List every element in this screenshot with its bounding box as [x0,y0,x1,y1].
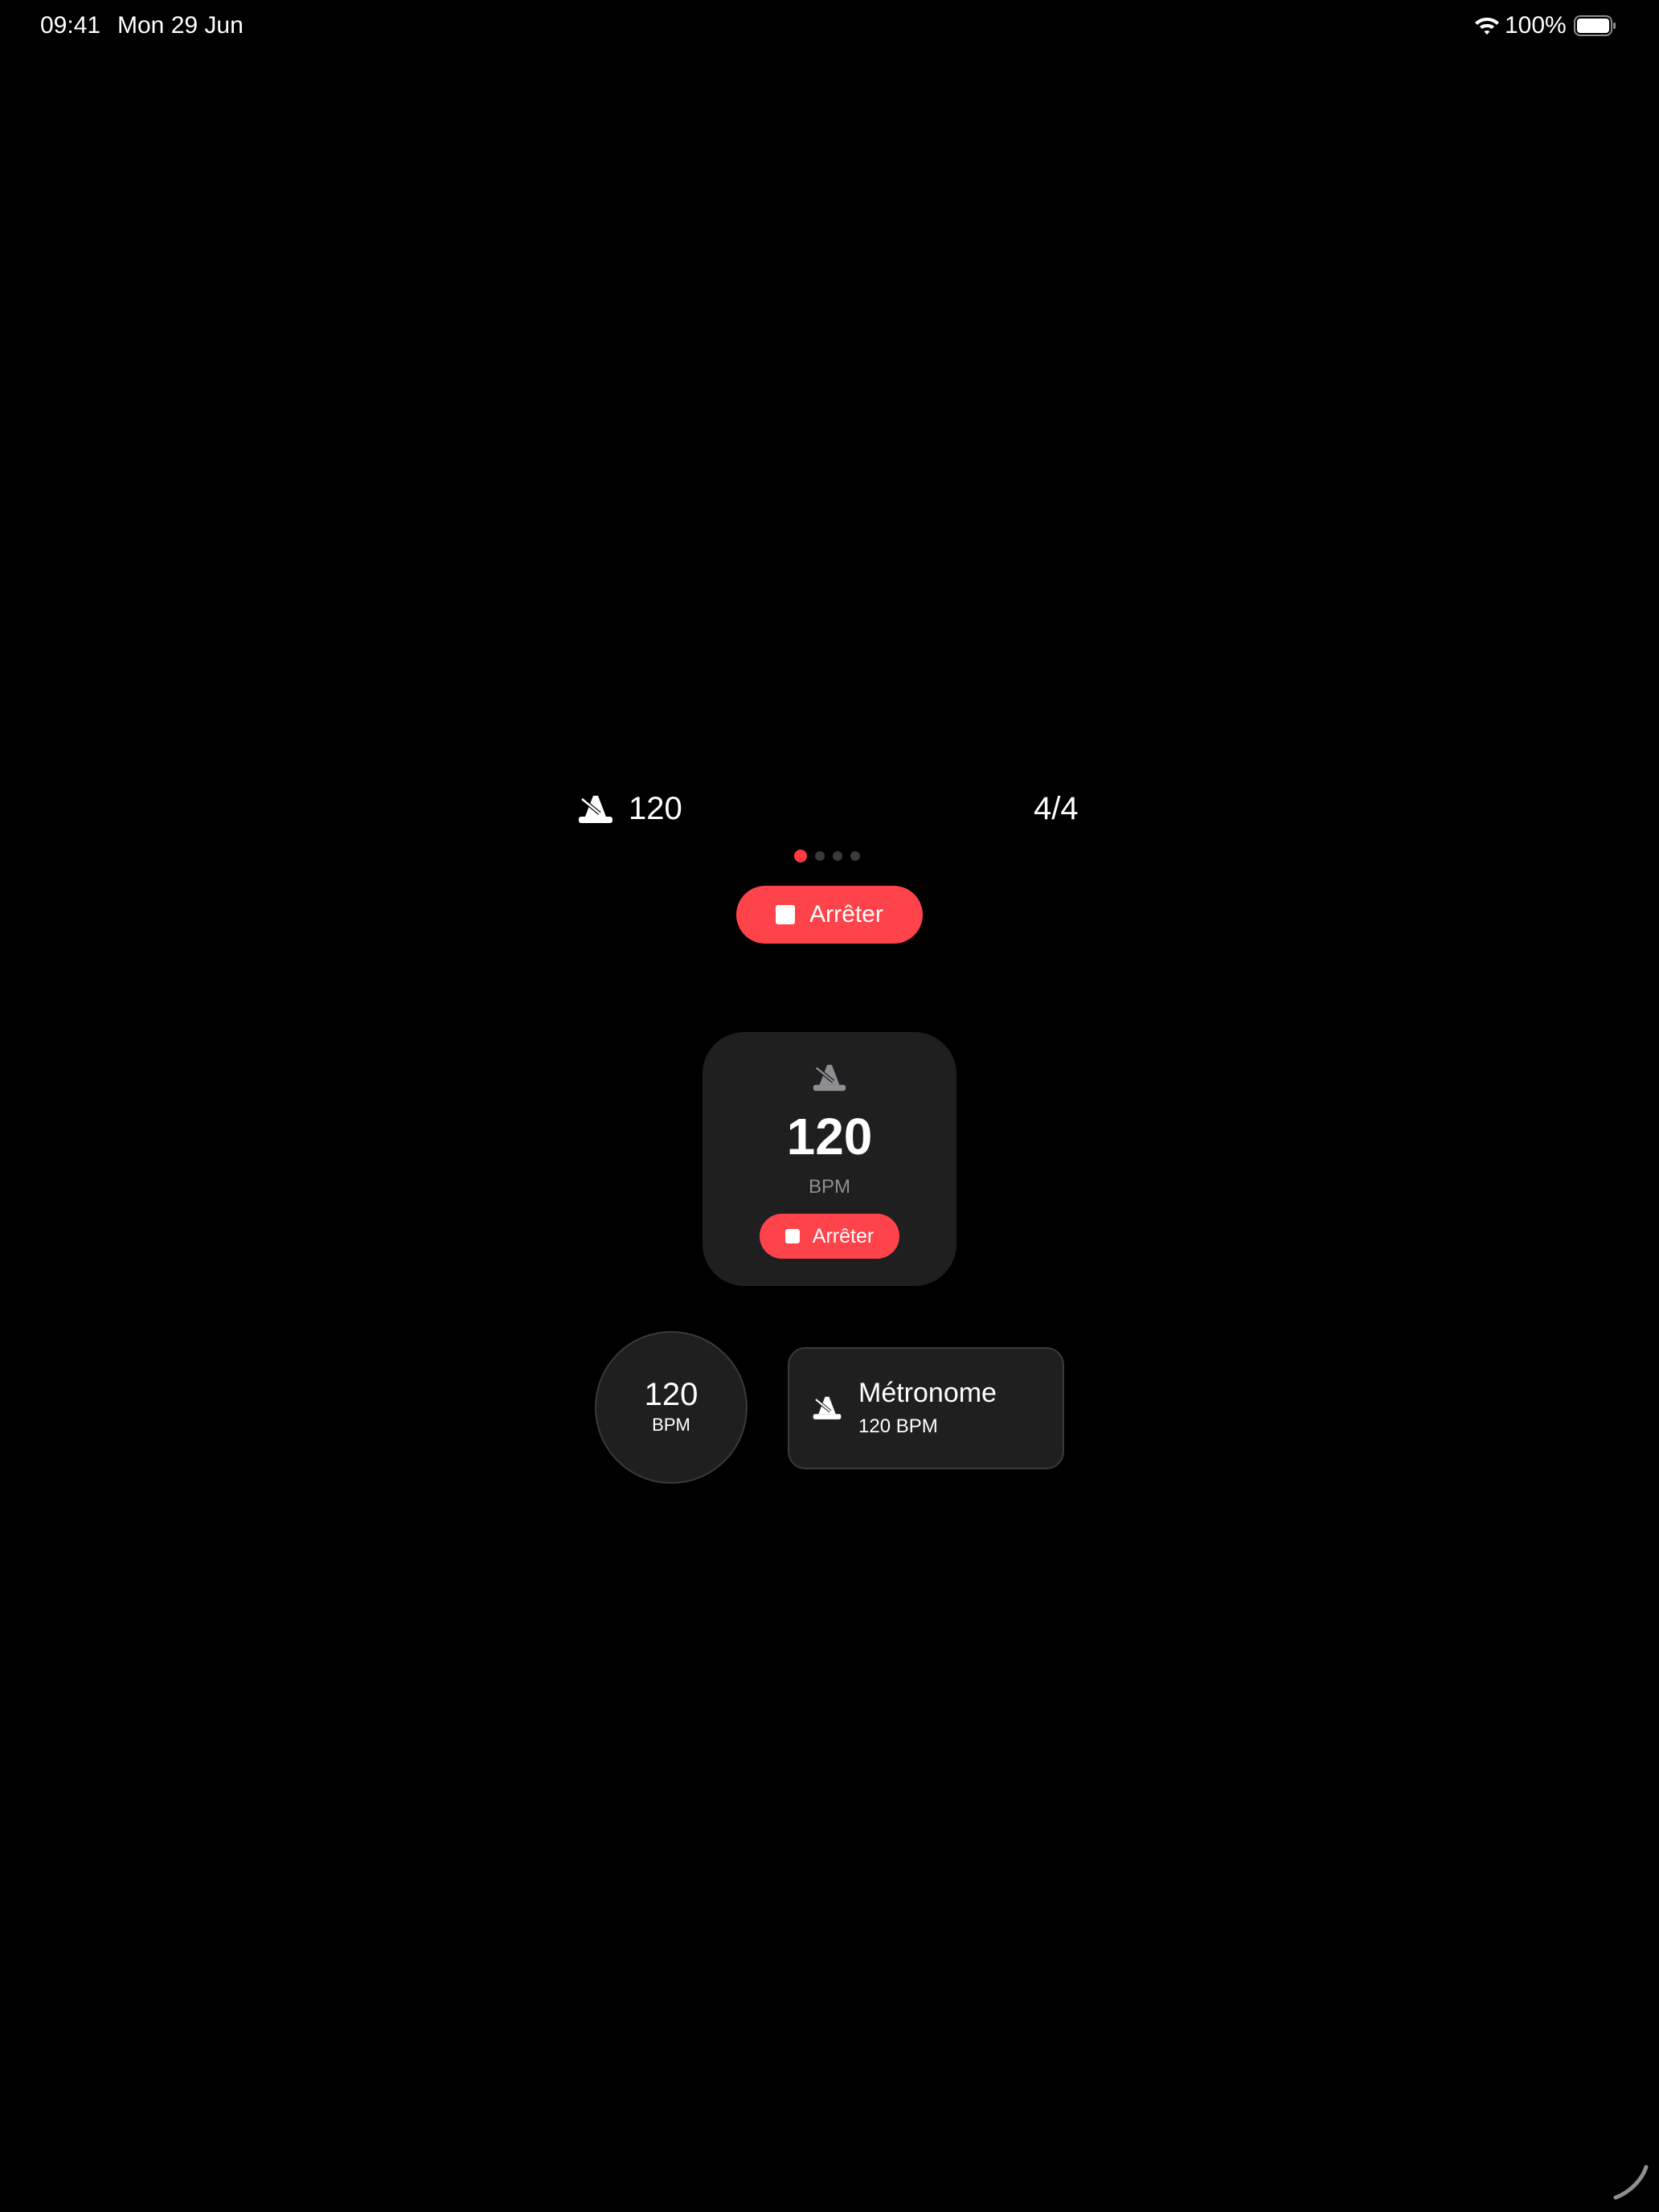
status-date: Mon 29 Jun [117,12,244,39]
stop-icon [784,1229,800,1243]
page-indicator[interactable] [794,849,860,863]
metronome-widget-rectangular[interactable]: Métronome 120 BPM [788,1347,1064,1469]
metronome-widget-square[interactable]: 120 BPM Arrêter [703,1032,956,1286]
bpm-value: 120 [629,791,682,826]
circle-bpm-unit: BPM [652,1415,690,1435]
circle-bpm-value: 120 [644,1377,698,1412]
widget-stop-label: Arrêter [812,1224,875,1247]
battery-icon [1574,15,1616,36]
resize-handle-icon[interactable] [1611,2162,1651,2202]
battery-percentage: 100% [1505,12,1567,39]
page-dot-2[interactable] [815,851,825,861]
page-dot-1[interactable] [794,850,807,862]
stop-button[interactable]: Arrêter [736,886,923,944]
stop-button-label: Arrêter [809,901,883,928]
metronome-widget-circular[interactable]: 120 BPM [595,1331,748,1484]
wifi-icon [1475,18,1499,35]
metronome-icon [813,1396,842,1419]
status-time: 09:41 [40,12,101,39]
stop-icon [776,905,796,924]
metronome-icon [813,1064,846,1092]
time-signature: 4/4 [1034,791,1079,826]
widget-bpm-unit: BPM [808,1176,850,1198]
page-dot-4[interactable] [850,851,860,861]
widget-title: Métronome [858,1378,997,1408]
widget-bpm-value: 120 [786,1108,873,1165]
widget-subtitle: 120 BPM [858,1415,938,1437]
page-dot-3[interactable] [833,851,842,861]
metronome-icon [579,796,612,823]
widget-stop-button[interactable]: Arrêter [760,1214,899,1259]
